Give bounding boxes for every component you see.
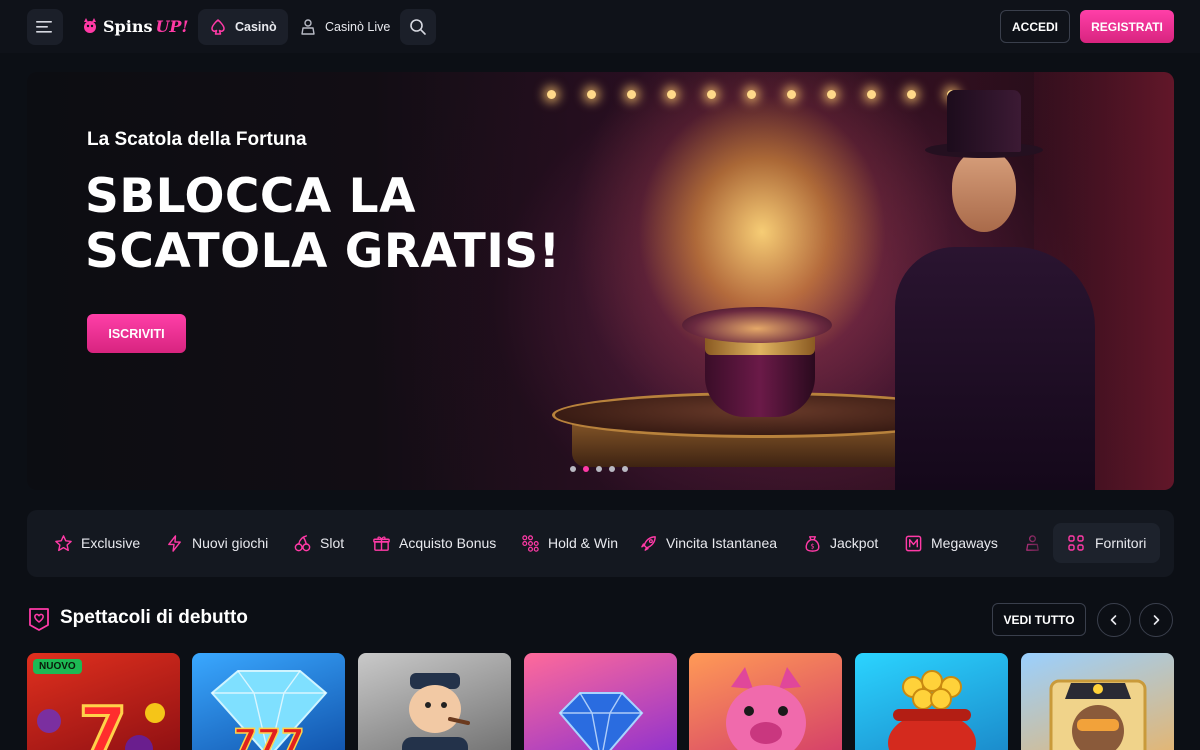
category-bonus-buy[interactable]: Acquisto Bonus bbox=[372, 532, 496, 554]
brand-logo[interactable]: Spins UP! bbox=[80, 14, 188, 38]
tab-casino-live-label: Casinò Live bbox=[325, 20, 391, 34]
game-card-pot-of-gold[interactable] bbox=[855, 653, 1008, 750]
svg-text:777: 777 bbox=[234, 722, 305, 750]
carousel-dot[interactable] bbox=[596, 466, 602, 472]
m-icon bbox=[905, 535, 922, 551]
tab-casino-label: Casinò bbox=[235, 20, 277, 34]
category-label: Acquisto Bonus bbox=[399, 535, 497, 551]
category-label: Jackpot bbox=[830, 535, 879, 551]
carousel-dot[interactable] bbox=[609, 466, 615, 472]
sailor-character-icon bbox=[402, 673, 470, 750]
menu-button[interactable] bbox=[27, 9, 63, 45]
gift-icon bbox=[373, 535, 390, 551]
section-title: Spettacoli di debutto bbox=[60, 607, 248, 628]
svg-text:$: $ bbox=[810, 542, 814, 550]
stage-lights bbox=[547, 90, 967, 110]
category-label: Megaways bbox=[931, 535, 998, 551]
carousel-dot[interactable] bbox=[570, 466, 576, 472]
hero-subtitle: La Scatola della Fortuna bbox=[87, 129, 307, 150]
category-megaways[interactable]: Megaways bbox=[904, 532, 998, 554]
new-badge: NUOVO bbox=[33, 659, 82, 674]
category-bar: Exclusive Nuovi giochi Slot Acquisto Bon… bbox=[27, 510, 1174, 577]
category-scroll-fade bbox=[1012, 520, 1052, 567]
magician-head bbox=[952, 150, 1016, 232]
hero-title-line1: SBLOCCA LA bbox=[85, 169, 416, 224]
hero-banner[interactable]: La Scatola della Fortuna SBLOCCA LA SCAT… bbox=[27, 72, 1174, 490]
carousel-dot-active[interactable] bbox=[583, 466, 589, 472]
grid-icon bbox=[1068, 535, 1084, 551]
gem-icon bbox=[558, 692, 644, 750]
hero-title: SBLOCCA LA SCATOLA GRATIS! bbox=[85, 169, 585, 279]
tab-casino-live[interactable]: Casinò Live bbox=[288, 9, 401, 45]
tab-casino[interactable]: Casinò bbox=[198, 9, 288, 45]
brand-name-left: Spins bbox=[103, 16, 153, 36]
money-bag-icon: $ bbox=[805, 535, 820, 552]
top-header: Spins UP! Casinò Casinò Live ACCEDI REGIS… bbox=[0, 0, 1200, 53]
category-jackpot[interactable]: $ Jackpot bbox=[803, 532, 878, 554]
brand-name-right: UP! bbox=[155, 16, 189, 36]
game-card-diamond-777[interactable]: 777 bbox=[192, 653, 345, 750]
game-card-sailor[interactable] bbox=[358, 653, 511, 750]
carousel-indicators bbox=[570, 466, 628, 472]
game-card-fruit-sevens[interactable]: 7 NUOVO bbox=[27, 653, 180, 750]
signup-button[interactable]: ISCRIVITI bbox=[87, 314, 186, 353]
lightning-icon bbox=[168, 534, 181, 552]
diamond-icon: 777 bbox=[210, 670, 328, 750]
category-label: Nuovi giochi bbox=[192, 535, 269, 551]
magic-hat-brim bbox=[682, 307, 832, 343]
category-new-games[interactable]: Nuovi giochi bbox=[165, 532, 268, 554]
magician-top-hat bbox=[947, 90, 1021, 152]
category-instant-win[interactable]: Vincita Istantanea bbox=[639, 532, 777, 554]
carousel-dot[interactable] bbox=[622, 466, 628, 472]
hamburger-menu-icon bbox=[36, 21, 52, 33]
star-icon bbox=[55, 534, 72, 551]
category-label: Exclusive bbox=[81, 535, 141, 551]
chevron-right-icon bbox=[1153, 615, 1160, 625]
dealer-icon bbox=[301, 19, 315, 35]
game-card-pink-pig[interactable] bbox=[689, 653, 842, 750]
cherries-icon bbox=[294, 534, 311, 551]
search-icon bbox=[410, 19, 426, 35]
category-hold-and-win[interactable]: Hold & Win bbox=[521, 532, 618, 554]
register-button[interactable]: REGISTRATI bbox=[1080, 10, 1174, 43]
next-button[interactable] bbox=[1139, 603, 1173, 637]
category-label: Hold & Win bbox=[548, 535, 619, 551]
category-slot[interactable]: Slot bbox=[293, 532, 344, 554]
pilot-character-icon bbox=[1049, 679, 1147, 750]
pig-character-icon bbox=[726, 667, 806, 750]
hero-title-line2: SCATOLA GRATIS! bbox=[85, 224, 561, 279]
providers-button[interactable]: Fornitori bbox=[1053, 523, 1160, 563]
providers-label: Fornitori bbox=[1095, 535, 1147, 551]
rocket-icon bbox=[641, 535, 656, 551]
devil-mascot-icon bbox=[84, 18, 96, 33]
category-label: Slot bbox=[320, 535, 345, 551]
game-card-aviator[interactable] bbox=[1021, 653, 1174, 750]
heart-ticket-icon bbox=[29, 608, 49, 631]
chevron-left-icon bbox=[1110, 615, 1117, 625]
game-card-blue-diamond[interactable] bbox=[524, 653, 677, 750]
magician-figure bbox=[895, 247, 1095, 490]
login-button[interactable]: ACCEDI bbox=[1000, 10, 1070, 43]
pot-of-gold-icon bbox=[888, 670, 976, 750]
view-all-button[interactable]: VEDI TUTTO bbox=[992, 603, 1086, 636]
spade-icon bbox=[211, 19, 225, 35]
category-exclusive[interactable]: Exclusive bbox=[54, 532, 140, 554]
grid-dots-icon bbox=[522, 534, 539, 552]
prev-button[interactable] bbox=[1097, 603, 1131, 637]
svg-text:7: 7 bbox=[79, 692, 128, 750]
search-button[interactable] bbox=[400, 9, 436, 45]
category-label: Vincita Istantanea bbox=[666, 535, 778, 551]
